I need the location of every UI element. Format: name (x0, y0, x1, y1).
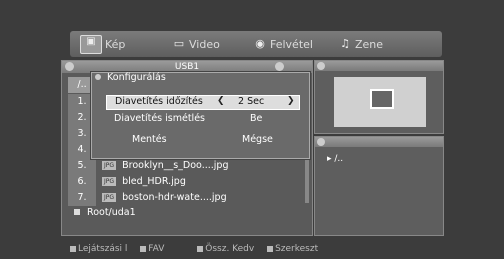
preview-panel (314, 60, 444, 134)
tab-zene[interactable]: ♫ Zene (338, 34, 383, 54)
media-tab-bar: ▣ Kép ▭ Video ◉ Felvétel ♫ Zene (70, 31, 442, 57)
jpg-file-icon: JPG (102, 161, 117, 170)
dialog-title-text: Konfigurálás (107, 72, 166, 83)
hint-playlist[interactable]: Lejátszási l (70, 244, 132, 254)
green-key-icon (140, 245, 147, 252)
dialog-dot-icon (95, 74, 101, 80)
thumbnail-area (334, 77, 426, 127)
tab-label: Zene (355, 37, 384, 51)
path-text: Root/uda1 (87, 207, 136, 218)
list-item[interactable]: 6. JPG bled_HDR.jpg (68, 174, 304, 190)
tab-felvetel[interactable]: ◉ Felvétel (253, 34, 313, 54)
arrow-left-icon[interactable]: ❮ (217, 96, 225, 106)
media-browser-screen: ▣ Kép ▭ Video ◉ Felvétel ♫ Zene USB1 /..… (0, 0, 504, 259)
sub-list-panel: ▸ /.. (314, 136, 444, 236)
image-icon: ▣ (80, 34, 102, 54)
slideshow-timing-row[interactable]: Diavetítés időzítés ❮ 2 Sec ❯ (106, 95, 300, 110)
tab-kep[interactable]: ▣ Kép (80, 34, 125, 54)
arrow-right-icon[interactable]: ❯ (287, 96, 295, 106)
hint-fav[interactable]: FAV (140, 244, 169, 254)
jpg-file-icon: JPG (102, 193, 117, 202)
save-button[interactable]: Mentés (132, 134, 167, 145)
hint-all-fav[interactable]: Össz. Kedv (197, 244, 259, 254)
slideshow-repeat-value[interactable]: Be (250, 113, 262, 124)
file-name: Brooklyn__s_Doo....jpg (122, 160, 229, 171)
preview-header (315, 61, 443, 71)
panel-dot-icon (317, 138, 325, 146)
parent-folder-label: /.. (334, 154, 344, 164)
item-number: 6. (68, 174, 96, 190)
current-path: Root/uda1 (74, 207, 136, 218)
bottom-hint-bar: Lejátszási l FAV Össz. Kedv Szerkeszt (70, 244, 442, 259)
video-icon: ▭ (173, 37, 185, 50)
config-dialog: Konfigurálás Diavetítés időzítés ❮ 2 Sec… (91, 72, 310, 159)
file-name: bled_HDR.jpg (122, 176, 186, 187)
red-key-icon (70, 245, 76, 252)
panel-title: USB1 (174, 62, 200, 72)
list-item[interactable]: 7. JPG boston-hdr-wate....jpg (68, 190, 304, 206)
tab-video[interactable]: ▭ Video (172, 34, 220, 54)
file-name: boston-hdr-wate....jpg (122, 192, 227, 203)
blue-key-icon (267, 245, 274, 252)
record-icon: ◉ (255, 37, 265, 50)
panel-dot-icon (317, 62, 325, 70)
music-icon: ♫ (340, 37, 350, 50)
yellow-key-icon (197, 245, 204, 252)
sub-list-header (315, 137, 443, 147)
slideshow-timing-value: 2 Sec (238, 96, 265, 107)
picture-placeholder-icon (370, 89, 394, 109)
tab-label: Video (189, 37, 220, 51)
list-item[interactable]: 5. JPG Brooklyn__s_Doo....jpg (68, 158, 304, 174)
panel-scroll-icon (275, 62, 284, 71)
cancel-button[interactable]: Mégse (242, 134, 273, 145)
tab-label: Kép (105, 37, 126, 51)
parent-folder-item[interactable]: ▸ /.. (327, 154, 343, 164)
dialog-title: Konfigurálás (95, 72, 166, 83)
jpg-file-icon: JPG (102, 177, 117, 186)
hint-edit[interactable]: Szerkeszt (267, 244, 323, 254)
slideshow-timing-label: Diavetítés időzítés (115, 96, 203, 107)
slideshow-repeat-label[interactable]: Diavetítés ismétlés (114, 113, 205, 124)
tab-label: Felvétel (270, 37, 313, 51)
panel-dot-icon (65, 62, 74, 71)
folder-icon (74, 209, 80, 215)
item-number: 5. (68, 158, 96, 174)
item-number: 7. (68, 190, 96, 206)
